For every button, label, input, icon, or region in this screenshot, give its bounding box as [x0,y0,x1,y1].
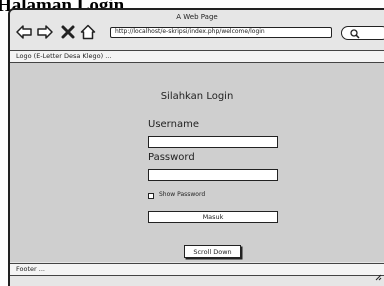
browser-window: A Web Page http://localhost/e-skripsi/in… [8,8,384,286]
close-x-icon[interactable] [60,24,76,40]
search-icon [350,29,360,39]
site-header-bar: Logo (E-Letter Desa Klego) ... [10,50,384,63]
browser-search-box[interactable] [341,26,384,40]
resize-grip-icon[interactable] [374,266,382,285]
login-panel: Silahkan Login Username Password Show Pa… [10,63,384,262]
show-password-checkbox[interactable] [148,193,154,199]
password-label: Password [148,152,195,163]
back-arrow-icon[interactable] [16,24,32,40]
username-input[interactable] [148,136,278,148]
username-label: Username [148,119,199,130]
masuk-button[interactable]: Masuk [148,211,278,223]
url-bar[interactable]: http://localhost/e-skripsi/index.php/wel… [110,27,332,38]
window-title: A Web Page [176,13,218,21]
footer-bar: Footer ... [10,263,384,276]
forward-arrow-icon[interactable] [37,24,53,40]
show-password-label: Show Password [159,191,206,198]
scroll-down-button[interactable]: Scroll Down [184,245,241,258]
login-title: Silahkan Login [160,91,234,102]
home-icon[interactable] [80,24,96,40]
password-input[interactable] [148,169,278,181]
